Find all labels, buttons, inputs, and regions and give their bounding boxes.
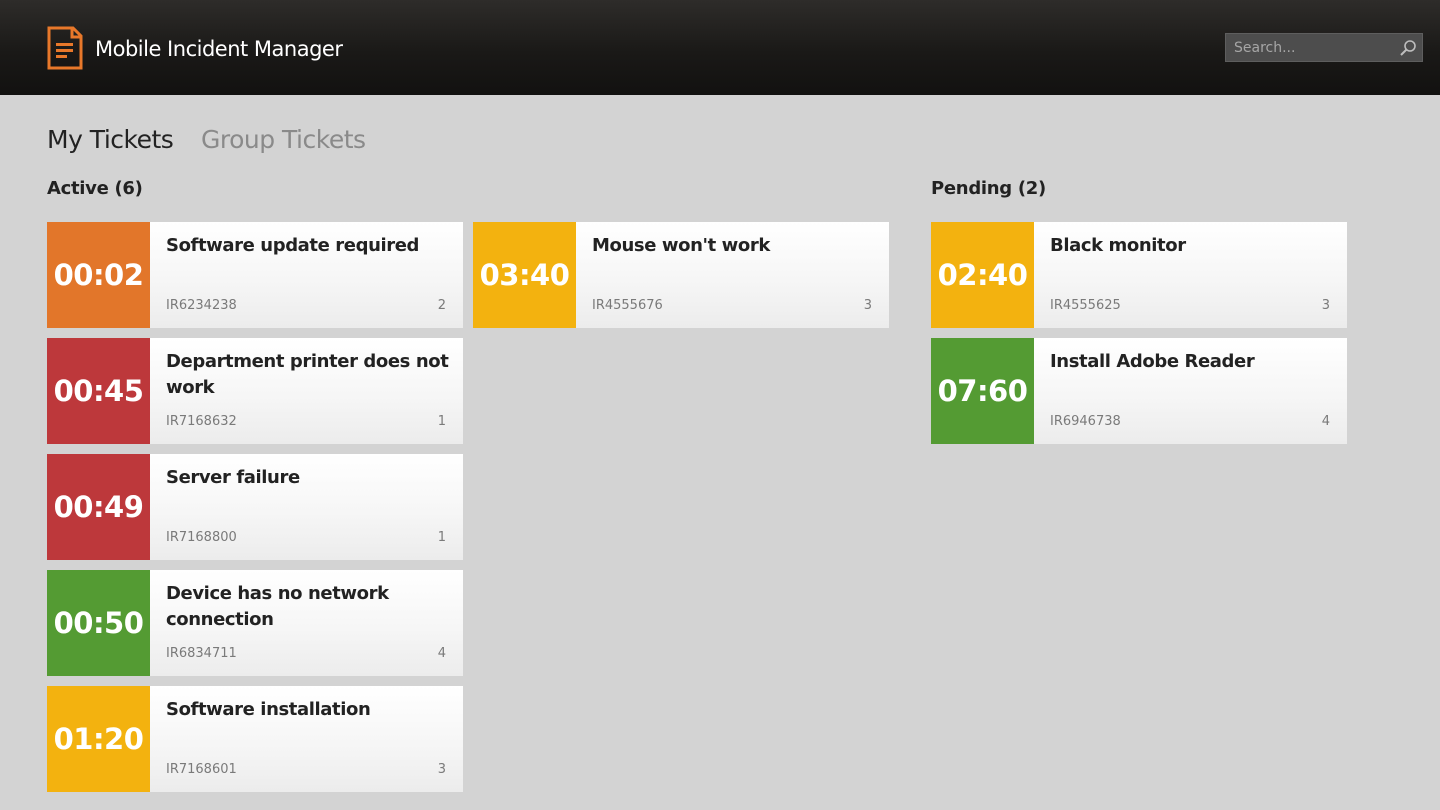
ticket-id: IR4555676 xyxy=(592,298,663,313)
ticket-card[interactable]: 02:40 Black monitor IR4555625 3 xyxy=(931,222,1347,328)
ticket-card[interactable]: 01:20 Software installation IR7168601 3 xyxy=(47,686,463,792)
ticket-id: IR6946738 xyxy=(1050,414,1121,429)
ticket-count: 2 xyxy=(437,298,446,313)
ticket-timer: 00:49 xyxy=(47,454,150,560)
tab-group-tickets[interactable]: Group Tickets xyxy=(201,124,366,156)
search-icon[interactable] xyxy=(1399,39,1417,57)
ticket-id: IR7168800 xyxy=(166,530,237,545)
search-box[interactable] xyxy=(1225,33,1423,62)
ticket-timer: 00:02 xyxy=(47,222,150,328)
ticket-count: 4 xyxy=(437,646,446,661)
ticket-timer: 03:40 xyxy=(473,222,576,328)
ticket-card[interactable]: 00:02 Software update required IR6234238… xyxy=(47,222,463,328)
ticket-title: Black monitor xyxy=(1050,235,1186,256)
ticket-timer: 07:60 xyxy=(931,338,1034,444)
app-header: Mobile Incident Manager xyxy=(0,0,1440,95)
ticket-title: Software installation xyxy=(166,699,371,720)
ticket-timer: 00:45 xyxy=(47,338,150,444)
ticket-title: Department printer does not work xyxy=(166,351,449,398)
ticket-title: Install Adobe Reader xyxy=(1050,351,1255,372)
ticket-id: IR7168632 xyxy=(166,414,237,429)
ticket-card[interactable]: 07:60 Install Adobe Reader IR6946738 4 xyxy=(931,338,1347,444)
ticket-title: Software update required xyxy=(166,235,420,256)
ticket-timer: 02:40 xyxy=(931,222,1034,328)
ticket-count: 3 xyxy=(437,762,446,777)
ticket-title: Mouse won't work xyxy=(592,235,770,256)
ticket-timer: 01:20 xyxy=(47,686,150,792)
document-icon xyxy=(47,26,83,70)
ticket-title: Device has no network connection xyxy=(166,583,389,630)
ticket-count: 1 xyxy=(437,530,446,545)
ticket-count: 1 xyxy=(437,414,446,429)
ticket-timer: 00:50 xyxy=(47,570,150,676)
tab-my-tickets[interactable]: My Tickets xyxy=(47,124,174,156)
ticket-card[interactable]: 03:40 Mouse won't work IR4555676 3 xyxy=(473,222,889,328)
app-title: Mobile Incident Manager xyxy=(95,37,343,61)
ticket-id: IR4555625 xyxy=(1050,298,1121,313)
ticket-card[interactable]: 00:45 Department printer does not work I… xyxy=(47,338,463,444)
ticket-card[interactable]: 00:49 Server failure IR7168800 1 xyxy=(47,454,463,560)
ticket-count: 4 xyxy=(1321,414,1330,429)
ticket-id: IR6234238 xyxy=(166,298,237,313)
pending-section-heading: Pending (2) xyxy=(931,178,1046,199)
active-section-heading: Active (6) xyxy=(47,178,143,199)
search-input[interactable] xyxy=(1226,34,1402,61)
ticket-title: Server failure xyxy=(166,467,300,488)
ticket-id: IR6834711 xyxy=(166,646,237,661)
ticket-count: 3 xyxy=(1321,298,1330,313)
ticket-count: 3 xyxy=(863,298,872,313)
ticket-id: IR7168601 xyxy=(166,762,237,777)
ticket-card[interactable]: 00:50 Device has no network connection I… xyxy=(47,570,463,676)
